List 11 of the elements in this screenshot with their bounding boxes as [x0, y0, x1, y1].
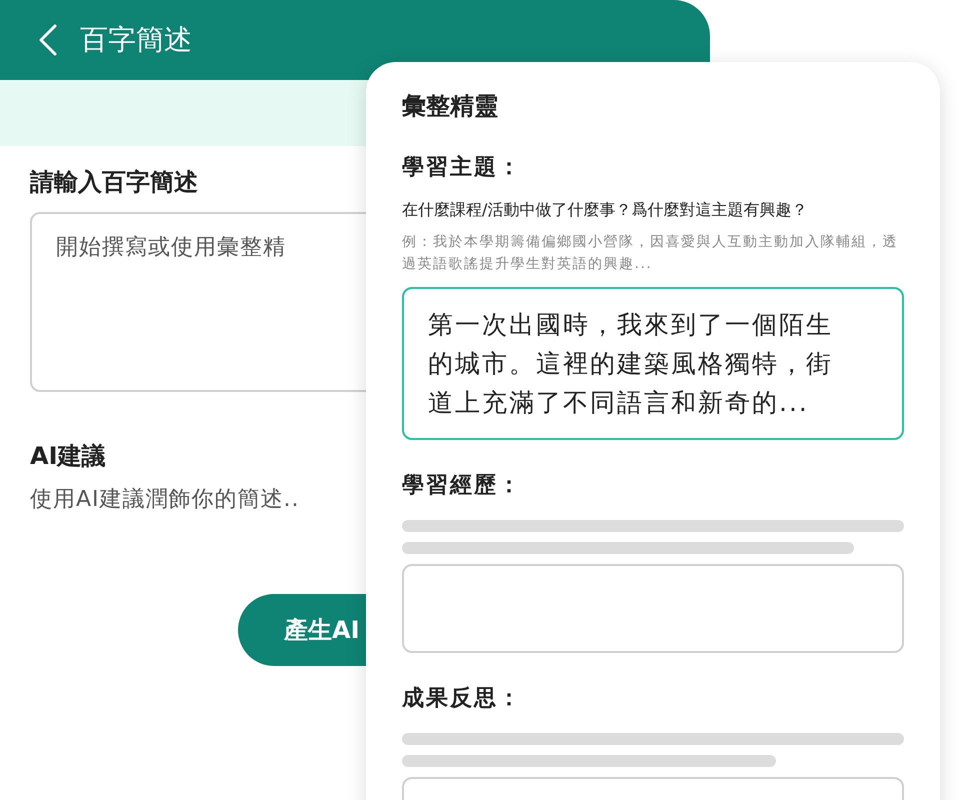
section-title: AI建議 — [30, 441, 106, 472]
page-title: 百字簡述 — [80, 22, 192, 58]
answer-field[interactable]: 第一次出國時，我來到了一個陌生的城市。這裡的建築風格獨特，街道上充滿了不同語言和新奇的... — [402, 287, 904, 440]
section-label: 成果反思： — [402, 685, 523, 713]
answer-field[interactable] — [402, 564, 904, 653]
section-label: 學習經歷： — [402, 472, 523, 500]
field-label: 請輸入百字簡述 — [30, 167, 198, 198]
back-icon[interactable] — [38, 24, 58, 56]
panel-title: 彙整精靈 — [402, 91, 499, 122]
ai-description: 使用AI建議潤飾你的簡述.. — [30, 486, 300, 514]
section-label: 學習主題： — [402, 154, 523, 182]
